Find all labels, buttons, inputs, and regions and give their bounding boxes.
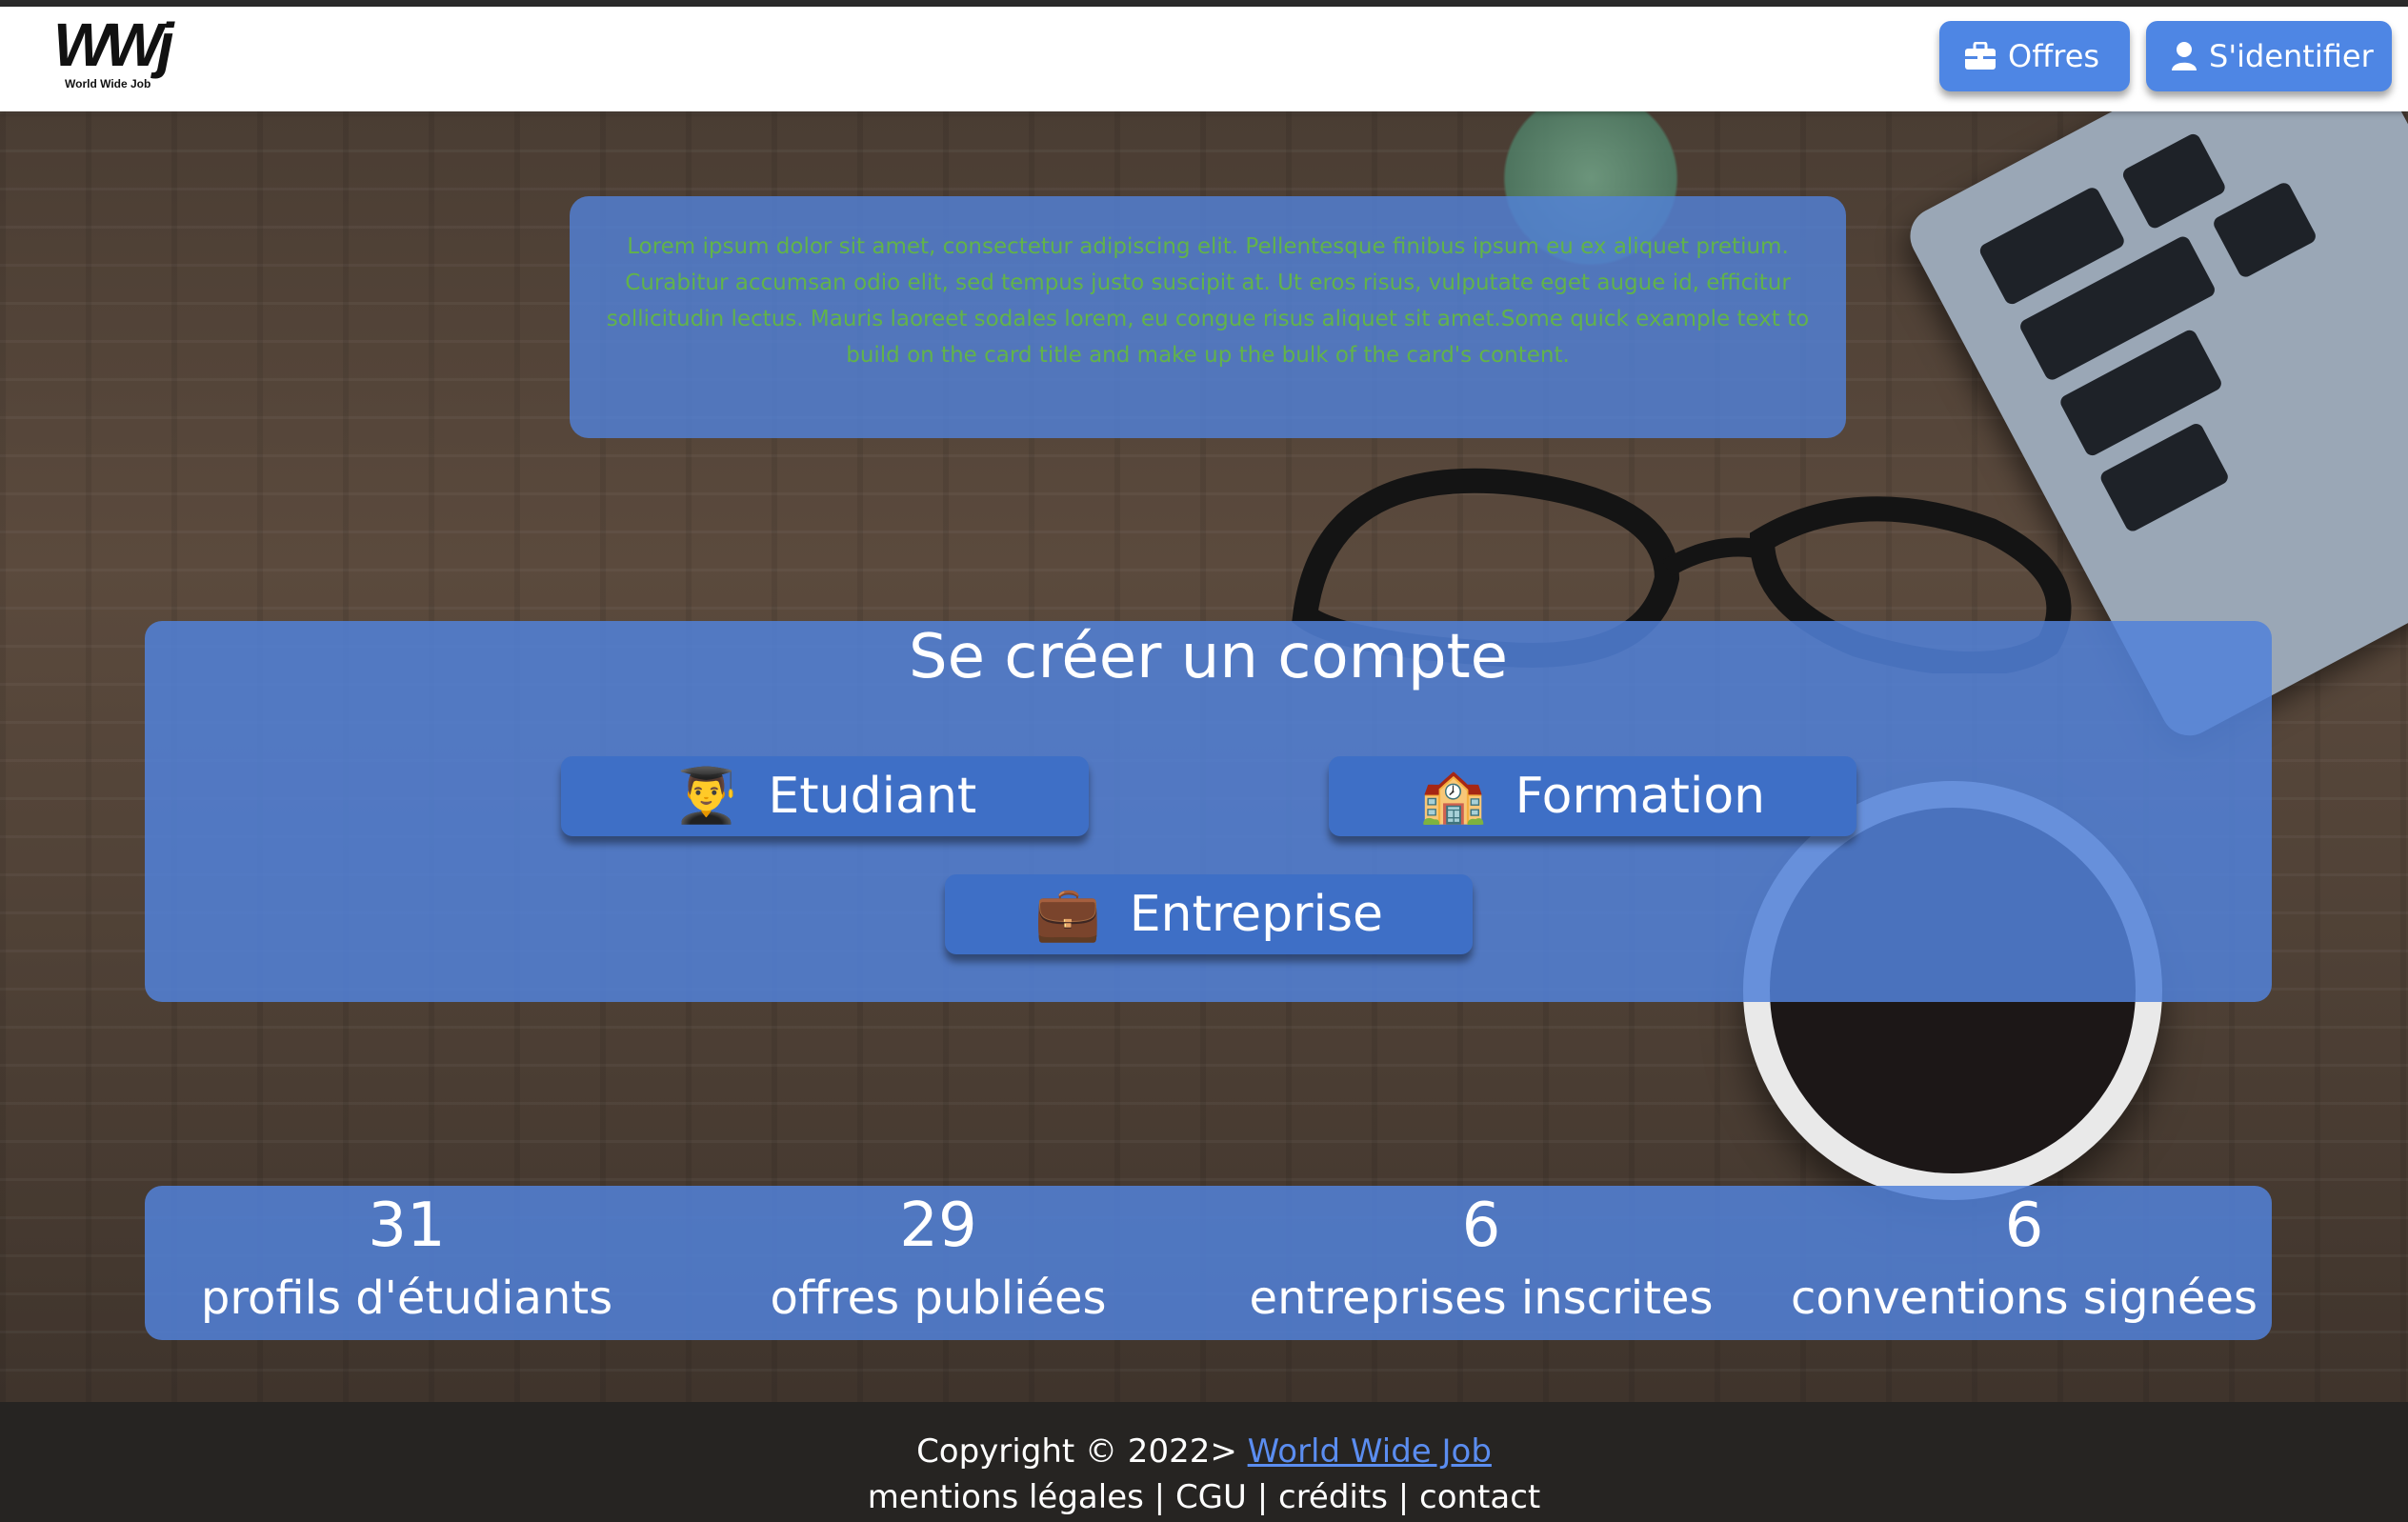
footer-copyright-line: Copyright © 2022> World Wide Job xyxy=(0,1431,2408,1472)
user-icon xyxy=(2172,42,2197,70)
copyright-text: Copyright © 2022> xyxy=(916,1432,1237,1471)
briefcase-icon xyxy=(1965,42,1996,70)
legal-link[interactable]: mentions légales xyxy=(868,1478,1144,1516)
stat-value: 29 xyxy=(899,1191,977,1261)
intro-text: Lorem ipsum dolor sit amet, consectetur … xyxy=(606,234,1810,368)
stats-panel: 31 profils d'étudiants 29 offres publiée… xyxy=(145,1186,2272,1340)
footer-links: mentions légales | CGU | crédits | conta… xyxy=(0,1476,2408,1518)
stat-label: entreprises inscrites xyxy=(1249,1272,1714,1325)
stat-label: offres publiées xyxy=(770,1272,1107,1325)
link-separator: | xyxy=(1143,1478,1175,1516)
link-separator: | xyxy=(1387,1478,1419,1516)
intro-card: Lorem ipsum dolor sit amet, consectetur … xyxy=(570,196,1846,438)
stat-value: 6 xyxy=(1461,1191,1501,1261)
site-logo[interactable]: WWj World Wide Job xyxy=(53,10,174,96)
logo-mark: WWj xyxy=(53,10,174,79)
offers-label: Offres xyxy=(2008,38,2100,74)
footer: Copyright © 2022> World Wide Job mention… xyxy=(0,1402,2408,1522)
navbar: WWj World Wide Job Offres S'identifier xyxy=(0,7,2408,111)
company-signup-label: Entreprise xyxy=(1129,886,1384,943)
student-icon: 👨‍🎓 xyxy=(672,765,740,827)
credits-link[interactable]: crédits xyxy=(1278,1478,1388,1516)
school-icon: 🏫 xyxy=(1419,765,1487,827)
cgu-link[interactable]: CGU xyxy=(1175,1478,1247,1516)
offers-button[interactable]: Offres xyxy=(1939,21,2130,91)
contact-link[interactable]: contact xyxy=(1419,1478,1540,1516)
briefcase-icon: 💼 xyxy=(1033,883,1101,945)
student-signup-button[interactable]: 👨‍🎓 Etudiant xyxy=(561,756,1089,836)
student-signup-label: Etudiant xyxy=(768,768,977,825)
stat-label: profils d'étudiants xyxy=(200,1272,613,1325)
stat-agreements: 6 conventions signées xyxy=(1758,1186,2290,1325)
stat-label: conventions signées xyxy=(1790,1272,2258,1325)
logo-subtitle: World Wide Job xyxy=(65,77,151,90)
brand-link[interactable]: World Wide Job xyxy=(1248,1432,1492,1471)
stat-students: 31 profils d'étudiants xyxy=(141,1186,672,1325)
school-signup-label: Formation xyxy=(1515,768,1766,825)
stat-companies: 6 entreprises inscrites xyxy=(1215,1186,1747,1325)
school-signup-button[interactable]: 🏫 Formation xyxy=(1329,756,1856,836)
signup-title: Se créer un compte xyxy=(908,622,1509,692)
stat-offers: 29 offres publiées xyxy=(672,1186,1204,1325)
company-signup-button[interactable]: 💼 Entreprise xyxy=(945,874,1473,954)
login-button[interactable]: S'identifier xyxy=(2146,21,2392,91)
link-separator: | xyxy=(1246,1478,1278,1516)
login-label: S'identifier xyxy=(2209,38,2374,74)
signup-panel: Se créer un compte 👨‍🎓 Etudiant 🏫 Format… xyxy=(145,621,2272,1002)
stat-value: 6 xyxy=(2004,1191,2044,1261)
window-top-border xyxy=(0,0,2408,7)
stat-value: 31 xyxy=(368,1191,446,1261)
